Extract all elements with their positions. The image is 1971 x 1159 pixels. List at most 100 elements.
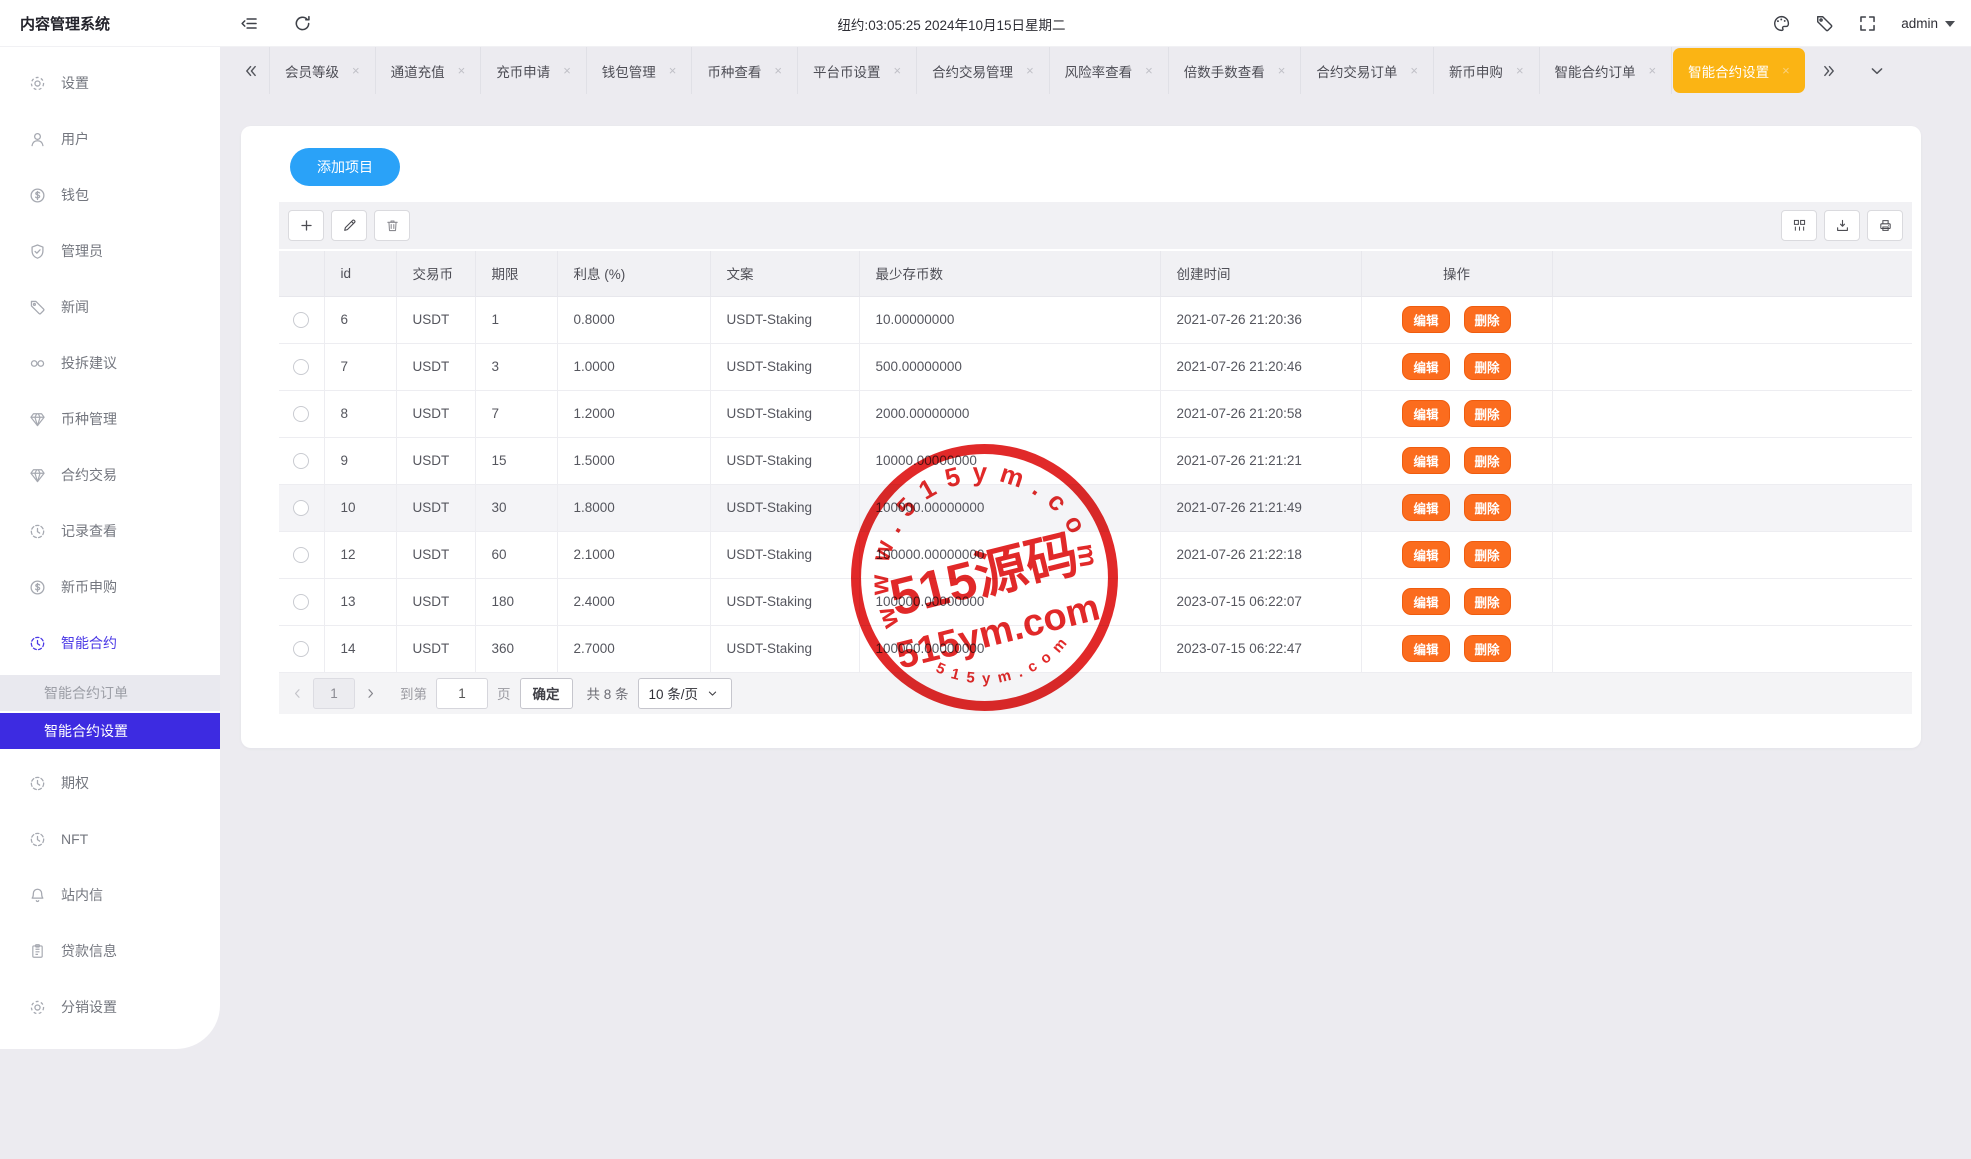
edit-row-button[interactable]: [331, 210, 367, 241]
tab-label: 充币申请: [496, 61, 550, 81]
row-radio[interactable]: [293, 312, 309, 328]
cell-interest: 0.8000: [557, 296, 710, 343]
pager-prev-icon[interactable]: [291, 687, 304, 700]
sidebar-item-admins[interactable]: 管理员: [0, 223, 220, 279]
tab-close-icon[interactable]: ×: [1026, 64, 1034, 77]
sidebar-item-coin-management[interactable]: 币种管理: [0, 391, 220, 447]
sidebar-item-new-coin-subscription[interactable]: 新币申购: [0, 559, 220, 615]
delete-row-button[interactable]: [374, 210, 410, 241]
edit-button[interactable]: 编辑: [1402, 353, 1449, 380]
pager-next-icon[interactable]: [364, 687, 377, 700]
sidebar-item-records[interactable]: 记录查看: [0, 503, 220, 559]
tab-item[interactable]: 新币申购×: [1434, 47, 1540, 94]
tab-item[interactable]: 倍数手数查看×: [1169, 47, 1302, 94]
sidebar-item-distribution-settings[interactable]: 分销设置: [0, 979, 220, 1035]
edit-button[interactable]: 编辑: [1402, 635, 1449, 662]
collapse-menu-icon[interactable]: [240, 14, 259, 33]
cell-text: USDT-Staking: [710, 390, 859, 437]
sidebar-item-loan-info[interactable]: 贷款信息: [0, 923, 220, 979]
sidebar-item-label: 新闻: [61, 297, 89, 317]
delete-button[interactable]: 删除: [1464, 306, 1511, 333]
tab-item[interactable]: 合约交易订单×: [1301, 47, 1434, 94]
tab-close-icon[interactable]: ×: [458, 64, 466, 77]
print-button[interactable]: [1867, 210, 1903, 241]
row-radio[interactable]: [293, 594, 309, 610]
add-item-button[interactable]: 添加项目: [290, 148, 400, 186]
delete-button[interactable]: 删除: [1464, 353, 1511, 380]
sidebar-item-contract-trading[interactable]: 合约交易: [0, 447, 220, 503]
edit-button[interactable]: 编辑: [1402, 447, 1449, 474]
tab-label: 风险率查看: [1065, 61, 1133, 81]
edit-button[interactable]: 编辑: [1402, 306, 1449, 333]
pager-confirm-button[interactable]: 确定: [520, 678, 573, 709]
tab-item[interactable]: 风险率查看 ×: [1050, 47, 1169, 94]
add-row-button[interactable]: [288, 210, 324, 241]
tab-item[interactable]: 合约交易管理×: [917, 47, 1050, 94]
tab-item[interactable]: 会员等级×: [270, 47, 376, 94]
sidebar-item-news[interactable]: 新闻: [0, 279, 220, 335]
edit-button[interactable]: 编辑: [1402, 541, 1449, 568]
tab-close-icon[interactable]: ×: [1649, 64, 1657, 77]
tab-close-icon[interactable]: ×: [1145, 64, 1153, 77]
refresh-icon[interactable]: [293, 14, 312, 33]
toggle-columns-button[interactable]: [1781, 210, 1817, 241]
sidebar-item-wallet[interactable]: 钱包: [0, 167, 220, 223]
sidebar-item-feedback[interactable]: 投拆建议: [0, 335, 220, 391]
tab-item[interactable]: 通道充值×: [376, 47, 482, 94]
tab-item[interactable]: 币种查看×: [692, 47, 798, 94]
export-button[interactable]: [1824, 210, 1860, 241]
delete-button[interactable]: 删除: [1464, 635, 1511, 662]
tab-item[interactable]: 充币申请 ×: [481, 47, 587, 94]
delete-button[interactable]: 删除: [1464, 588, 1511, 615]
row-radio[interactable]: [293, 453, 309, 469]
row-radio[interactable]: [293, 406, 309, 422]
tab-close-icon[interactable]: ×: [669, 64, 677, 77]
tabs-scroll-left-icon[interactable]: [241, 63, 261, 79]
tab-close-icon[interactable]: ×: [893, 64, 901, 77]
row-radio[interactable]: [293, 500, 309, 516]
edit-button[interactable]: 编辑: [1402, 400, 1449, 427]
tab-item[interactable]: 智能合约订单×: [1540, 47, 1673, 94]
tab-close-icon[interactable]: ×: [1410, 64, 1418, 77]
delete-button[interactable]: 删除: [1464, 400, 1511, 427]
tab-close-icon[interactable]: ×: [563, 64, 571, 77]
tab-close-icon[interactable]: ×: [352, 64, 360, 77]
pager-goto-input[interactable]: [436, 678, 488, 709]
edit-button[interactable]: 编辑: [1402, 588, 1449, 615]
cell-filler: [1552, 484, 1912, 531]
sidebar-subitem-smart-contract-orders[interactable]: 智能合约订单: [0, 675, 220, 711]
coin-icon: [29, 187, 46, 204]
tab-close-icon[interactable]: ×: [774, 64, 782, 77]
palette-icon[interactable]: [1772, 14, 1791, 33]
delete-button[interactable]: 删除: [1464, 541, 1511, 568]
sidebar-item-settings[interactable]: 设置: [0, 55, 220, 111]
delete-button[interactable]: 删除: [1464, 447, 1511, 474]
sidebar-item-users[interactable]: 用户: [0, 111, 220, 167]
tab-item-active[interactable]: 智能合约设置×: [1673, 48, 1805, 93]
tab-item[interactable]: 平台币设置×: [798, 47, 917, 94]
tabs-menu-icon[interactable]: [1867, 63, 1887, 79]
tab-close-icon[interactable]: ×: [1516, 64, 1524, 77]
sidebar-subitem-smart-contract-settings[interactable]: 智能合约设置: [0, 713, 220, 749]
delete-button[interactable]: 删除: [1464, 494, 1511, 521]
fullscreen-icon[interactable]: [1858, 14, 1877, 33]
cell-interest: 2.1000: [557, 531, 710, 578]
sidebar-item-options[interactable]: 期权: [0, 755, 220, 811]
edit-button[interactable]: 编辑: [1402, 494, 1449, 521]
row-radio[interactable]: [293, 547, 309, 563]
tab-item[interactable]: 钱包管理×: [587, 47, 693, 94]
tab-close-icon[interactable]: ×: [1278, 64, 1286, 77]
page-size-select[interactable]: 10 条/页: [638, 678, 732, 709]
row-radio[interactable]: [293, 641, 309, 657]
tab-close-icon[interactable]: ×: [1782, 64, 1790, 77]
pager-page-button[interactable]: 1: [313, 678, 355, 709]
sidebar-item-smart-contract[interactable]: 智能合约: [0, 615, 220, 671]
sidebar-item-messages[interactable]: 站内信: [0, 867, 220, 923]
cell-interest: 1.0000: [557, 343, 710, 390]
tag-icon[interactable]: [1815, 14, 1834, 33]
sidebar-item-nft[interactable]: NFT: [0, 811, 220, 867]
row-radio[interactable]: [293, 359, 309, 375]
cell-coin: USDT: [396, 625, 475, 672]
user-menu[interactable]: admin: [1901, 15, 1955, 32]
tabs-scroll-right-icon[interactable]: [1819, 63, 1839, 79]
